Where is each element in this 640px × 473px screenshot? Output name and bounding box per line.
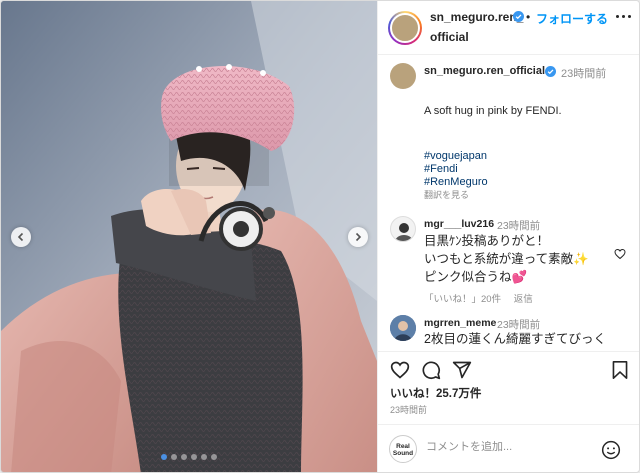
comment-time: 23時間前: [497, 220, 541, 232]
current-user-avatar: Real Sound: [389, 435, 417, 463]
heart-icon[interactable]: [390, 360, 410, 380]
post-side-panel: sn_meguro.ren_ • フォローする official sn_megu…: [377, 1, 639, 472]
comment-meta: 「いいね！」20件 返信: [424, 291, 543, 305]
comment-text-line: 2枚目の蓮くん綺麗すぎてびっく: [424, 332, 606, 346]
follow-button[interactable]: フォローする: [536, 10, 608, 27]
heart-icon[interactable]: [614, 248, 626, 260]
header-separator: •: [526, 10, 531, 24]
commenter-avatar[interactable]: [390, 216, 416, 242]
commenter-avatar[interactable]: [390, 315, 416, 341]
verified-icon: [545, 66, 556, 77]
comment-username[interactable]: mgr___luv216: [424, 218, 494, 230]
hashtag-link[interactable]: #voguejapan: [424, 150, 487, 162]
carousel-dot: [181, 454, 187, 460]
comment-username[interactable]: mgrren_meme: [424, 317, 496, 329]
bookmark-icon[interactable]: [611, 360, 629, 380]
carousel-dot: [161, 454, 167, 460]
avatar-text: Real: [396, 443, 410, 450]
caption-avatar[interactable]: [390, 63, 416, 89]
comment-text-line: いつもと系統が違って素敵✨: [424, 252, 589, 266]
post-photo[interactable]: [1, 1, 377, 472]
comment-text-line: 目黒ｹﾝ投稿ありがと！: [424, 234, 550, 248]
see-translation-link[interactable]: 翻訳を見る: [424, 188, 469, 201]
carousel-dot: [211, 454, 217, 460]
verified-icon: [513, 11, 524, 22]
avatar-text: Sound: [392, 450, 414, 457]
carousel-next-button[interactable]: [348, 227, 368, 247]
carousel-dot: [171, 454, 177, 460]
post-timestamp: 23時間前: [390, 405, 428, 415]
add-comment-input[interactable]: [426, 441, 576, 453]
author-username-continued[interactable]: official: [430, 30, 469, 44]
carousel-prev-button[interactable]: [11, 227, 31, 247]
photo-illustration: [1, 1, 377, 472]
reply-button[interactable]: 返信: [514, 294, 533, 305]
carousel-dot: [191, 454, 197, 460]
post-header: sn_meguro.ren_ • フォローする official: [378, 1, 639, 55]
emoji-icon[interactable]: [601, 440, 621, 460]
hashtag-link[interactable]: #RenMeguro: [424, 176, 488, 188]
comment-text-line: ピンク似合うね💕: [424, 270, 528, 284]
likes-count[interactable]: いいね！25.7万件: [390, 385, 481, 401]
comment-likes-link[interactable]: 「いいね！」20件: [424, 294, 501, 305]
caption-time: 23時間前: [561, 68, 607, 80]
author-avatar[interactable]: [388, 11, 422, 45]
share-icon[interactable]: [452, 360, 472, 380]
chevron-left-icon: [17, 232, 24, 242]
comments-section[interactable]: sn_meguro.ren_official 23時間前 A soft hug …: [378, 55, 639, 351]
carousel-dots: [1, 454, 377, 460]
add-comment-bar: Real Sound: [378, 424, 639, 472]
hashtag-link[interactable]: #Fendi: [424, 163, 458, 175]
caption-text: A soft hug in pink by FENDI.: [424, 105, 562, 117]
caption-username[interactable]: sn_meguro.ren_official: [424, 65, 545, 77]
post-modal: sn_meguro.ren_ • フォローする official sn_megu…: [0, 0, 640, 473]
comment-icon[interactable]: [421, 360, 441, 380]
chevron-right-icon: [355, 232, 362, 242]
more-icon[interactable]: [616, 15, 636, 23]
author-username[interactable]: sn_meguro.ren_: [430, 10, 523, 24]
post-actions: いいね！25.7万件 23時間前 Real Sound: [378, 351, 639, 472]
carousel-dot: [201, 454, 207, 460]
